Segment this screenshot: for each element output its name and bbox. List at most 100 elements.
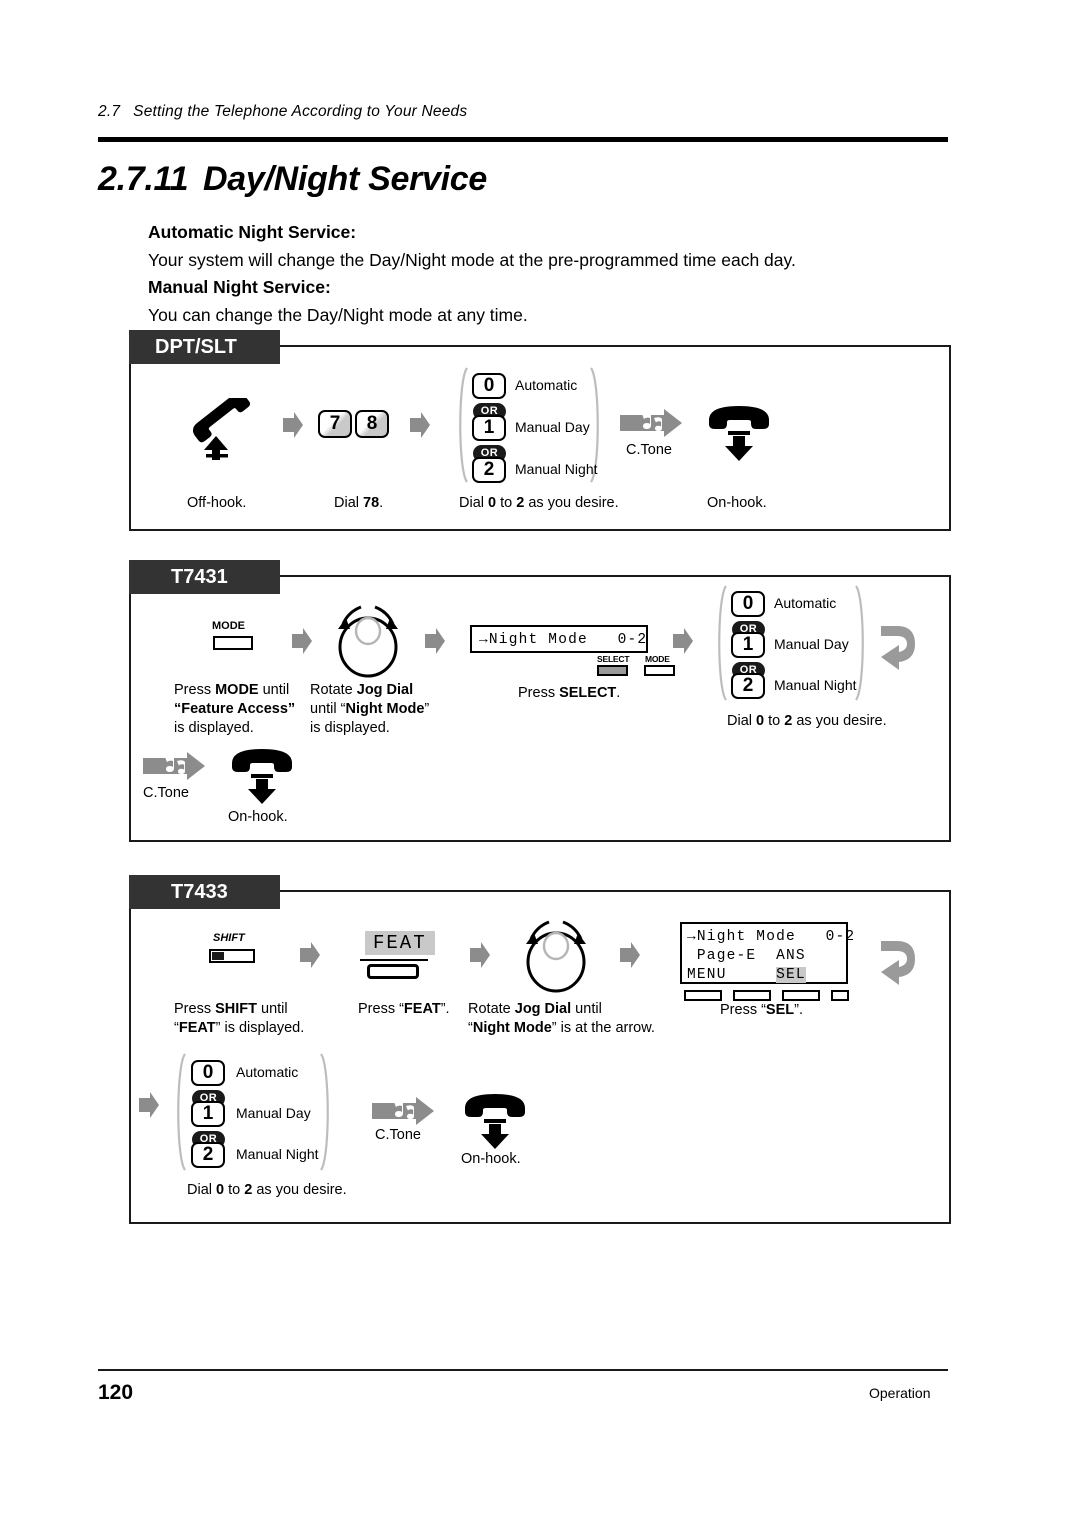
caption-press-mode-bold: MODE bbox=[215, 682, 259, 698]
on-hook-icon bbox=[703, 400, 775, 467]
caption-dial-0-to-2: Dial 0 to 2 as you desire. bbox=[727, 712, 887, 731]
lcd-line-night-mode: →Night Mode 0-2 bbox=[479, 632, 648, 648]
caption-dial-mid: to bbox=[224, 1182, 245, 1198]
feat-button[interactable] bbox=[367, 964, 419, 979]
step-arrow-icon bbox=[300, 942, 320, 968]
caption-dial-0: 0 bbox=[756, 713, 765, 729]
dial-key-0[interactable]: 0 bbox=[191, 1060, 225, 1086]
caption-off-hook: Off-hook. bbox=[187, 495, 247, 511]
caption-press-sel-pre: Press “ bbox=[720, 1002, 766, 1018]
option-label-manual-day: Manual Day bbox=[774, 636, 849, 652]
page-title-text: Day/Night Service bbox=[203, 160, 488, 198]
caption-press-feat: Press “FEAT”. bbox=[358, 1000, 450, 1019]
caption-ctone: C.Tone bbox=[143, 785, 189, 801]
caption-on-hook: On-hook. bbox=[461, 1151, 521, 1167]
caption-rotate-post: until bbox=[571, 1001, 602, 1017]
dial-key-1[interactable]: 1 bbox=[731, 632, 765, 658]
caption-on-hook: On-hook. bbox=[707, 495, 767, 511]
softkey-1[interactable] bbox=[684, 990, 722, 1001]
step-arrow-icon bbox=[470, 942, 490, 968]
caption-press-feat-pre: Press “ bbox=[358, 1001, 404, 1017]
caption-press-feat-bold: FEAT bbox=[403, 1001, 441, 1017]
manual-night-body: You can change the Day/Night mode at any… bbox=[148, 304, 528, 325]
caption-rotate-pre: Rotate bbox=[310, 682, 357, 698]
caption-is-displayed: is displayed. bbox=[310, 720, 390, 736]
caption-dial-78-num: 78 bbox=[363, 495, 380, 511]
softkey-3[interactable] bbox=[782, 990, 820, 1001]
caption-dial-pre: Dial bbox=[727, 713, 757, 729]
auto-night-heading: Automatic Night Service: bbox=[148, 222, 357, 242]
caption-press-sel-post: ”. bbox=[794, 1002, 803, 1018]
dial-key-2[interactable]: 2 bbox=[191, 1142, 225, 1168]
option-label-manual-night: Manual Night bbox=[515, 461, 598, 477]
softkey-4[interactable] bbox=[831, 990, 849, 1001]
lcd-sel-label: SEL bbox=[776, 967, 806, 983]
caption-dial-post: as you desire. bbox=[524, 495, 619, 511]
caption-press-mode: Press MODE until “Feature Access” is dis… bbox=[174, 681, 314, 738]
caption-rotate-bold: Jog Dial bbox=[514, 1001, 572, 1017]
caption-feature-access: “Feature Access” bbox=[174, 701, 296, 717]
caption-until-pre: until “ bbox=[310, 701, 346, 717]
dial-key-7[interactable]: 7 bbox=[318, 410, 352, 438]
dial-key-2[interactable]: 2 bbox=[472, 457, 506, 483]
auto-night-body: Your system will change the Day/Night mo… bbox=[148, 249, 796, 270]
confirmation-tone-icon bbox=[620, 409, 682, 442]
softkey-2[interactable] bbox=[733, 990, 771, 1001]
caption-press-select-pre: Press bbox=[518, 685, 560, 701]
jog-dial-icon[interactable] bbox=[518, 915, 594, 1000]
lcd-display-t7433: →Night Mode 0-2 Page-E ANS MENU SEL bbox=[680, 922, 854, 985]
caption-dial-0-to-2: Dial 0 to 2 as you desire. bbox=[187, 1181, 347, 1200]
caption-rotate-jog-dial: Rotate Jog Dial until “Night Mode” is di… bbox=[310, 681, 460, 738]
dial-key-1[interactable]: 1 bbox=[472, 415, 506, 441]
option-label-automatic: Automatic bbox=[774, 595, 837, 611]
caption-until-post: ” bbox=[424, 701, 430, 717]
dial-key-2[interactable]: 2 bbox=[731, 673, 765, 699]
caption-rotate-jog-dial: Rotate Jog Dial until “Night Mode” is at… bbox=[468, 1000, 668, 1038]
caption-is-displayed: is displayed. bbox=[174, 720, 254, 736]
panel-tab-dptslt: DPT/SLT bbox=[129, 330, 280, 364]
softkey-mode[interactable] bbox=[644, 665, 675, 676]
caption-press-mode-pre: Press bbox=[174, 682, 216, 698]
caption-dial-78: Dial 78. bbox=[334, 494, 383, 513]
caption-night-mode: Night Mode bbox=[472, 1020, 552, 1036]
panel-tab-t7431: T7431 bbox=[129, 560, 280, 594]
lcd-line-page-ans: Page-E ANS bbox=[687, 948, 806, 964]
option-label-manual-night: Manual Night bbox=[236, 1146, 319, 1162]
caption-press-sel: Press “SEL”. bbox=[720, 1001, 803, 1020]
jog-dial-icon[interactable] bbox=[330, 600, 406, 685]
caption-arrow-post: ” is at the arrow. bbox=[551, 1020, 655, 1036]
caption-press-shift: Press SHIFT until “FEAT” is displayed. bbox=[174, 1000, 334, 1038]
step-arrow-icon bbox=[139, 1092, 159, 1118]
page-title: 2.7.11 Day/Night Service bbox=[98, 160, 487, 199]
caption-press-shift-post: until bbox=[256, 1001, 288, 1017]
footer-label: Operation bbox=[869, 1385, 931, 1401]
caption-press-sel-bold: SEL bbox=[765, 1002, 795, 1018]
on-hook-icon bbox=[459, 1088, 531, 1155]
dial-key-0[interactable]: 0 bbox=[731, 591, 765, 617]
step-arrow-icon bbox=[410, 412, 430, 438]
caption-ctone: C.Tone bbox=[375, 1127, 421, 1143]
option-label-manual-night: Manual Night bbox=[774, 677, 857, 693]
caption-dial-0: 0 bbox=[216, 1182, 225, 1198]
caption-on-hook: On-hook. bbox=[228, 809, 288, 825]
caption-dial-0-to-2: Dial 0 to 2 as you desire. bbox=[459, 494, 619, 513]
lcd-line-softkeys: MENU SEL bbox=[687, 966, 846, 985]
softkey-select[interactable] bbox=[597, 665, 628, 676]
header-rule bbox=[98, 137, 948, 142]
confirmation-tone-icon bbox=[143, 752, 205, 785]
page-number: 120 bbox=[98, 1381, 134, 1404]
caption-ctone: C.Tone bbox=[626, 442, 672, 458]
document-page: 2. 7 Setting the Telephone According to Yo… bbox=[0, 0, 1080, 1528]
running-head-title: Setting the Telephone According to Your … bbox=[133, 103, 468, 120]
wrap-arrow-icon bbox=[875, 614, 921, 681]
intro-block: Automatic Night Service: Your system wil… bbox=[148, 219, 948, 329]
feat-divider bbox=[360, 959, 428, 961]
mode-button[interactable] bbox=[213, 636, 253, 650]
step-arrow-icon bbox=[283, 412, 303, 438]
dial-key-0[interactable]: 0 bbox=[472, 373, 506, 399]
caption-dial-78-post: . bbox=[379, 495, 384, 511]
running-head: 2.7 Setting the Telephone According to Yo… bbox=[98, 103, 467, 121]
dial-key-1[interactable]: 1 bbox=[191, 1101, 225, 1127]
dial-key-8[interactable]: 8 bbox=[355, 410, 389, 438]
caption-feat-bold: FEAT bbox=[178, 1020, 216, 1036]
